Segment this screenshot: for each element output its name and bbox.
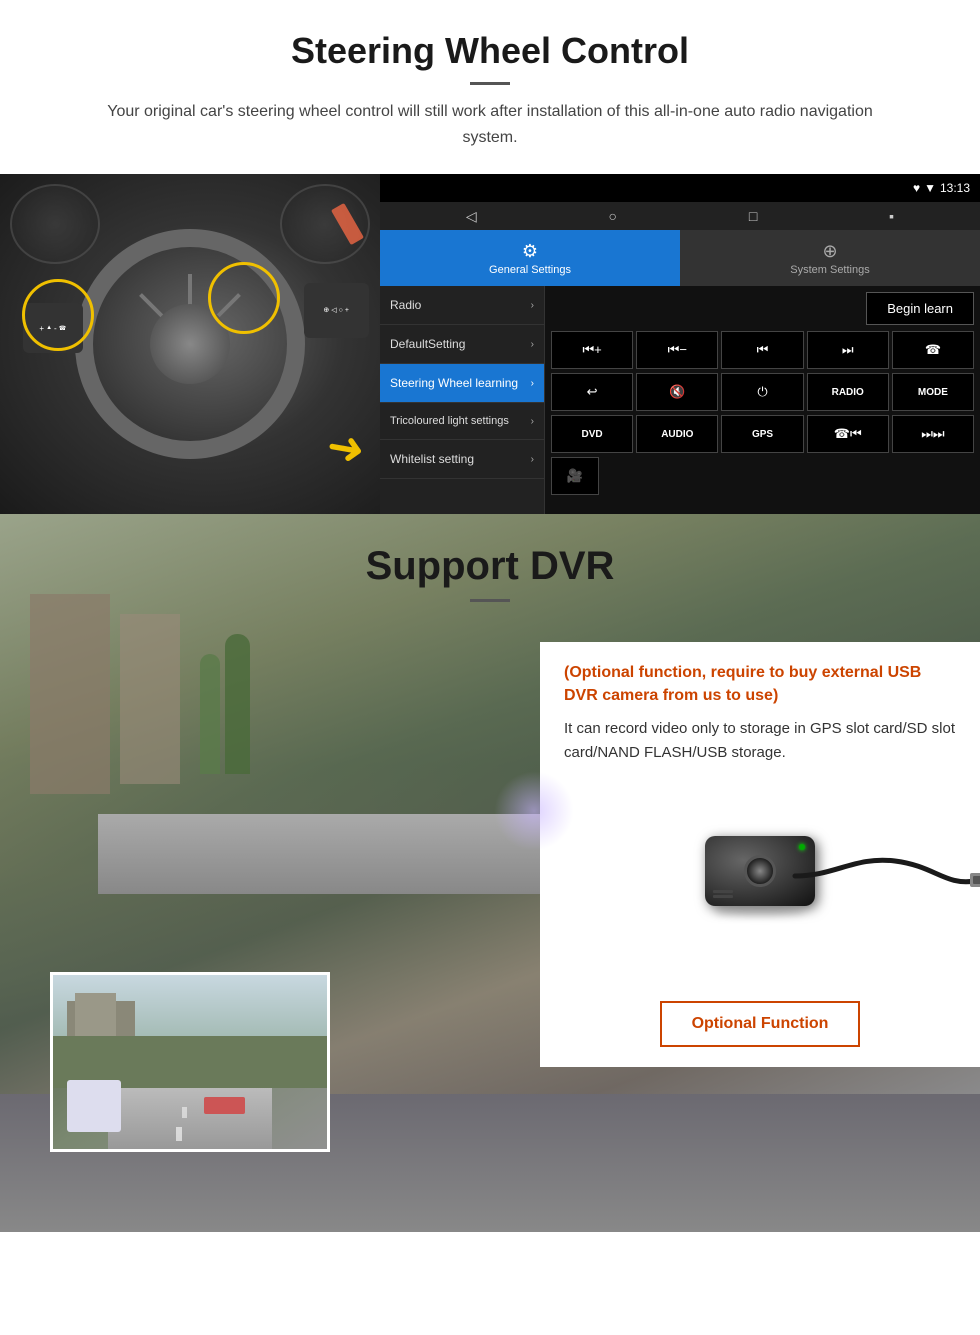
dvr-right-panel: (Optional function, require to buy exter… <box>540 642 980 1192</box>
ctrl-btn-back[interactable]: ↩ <box>551 373 633 411</box>
menu-item-radio[interactable]: Radio › <box>380 286 544 325</box>
ctrl-btn-power[interactable]: ⏻ <box>721 373 803 411</box>
dvr-title: Support DVR <box>20 544 960 589</box>
ctrl-btn-prev2[interactable]: ☎⏮ <box>807 415 889 453</box>
steering-wheel-image: + ▲ - ☎ ⊕ ◁ ○ + ➜ <box>0 174 380 514</box>
menu-list: Radio › DefaultSetting › Steering Wheel … <box>380 286 545 514</box>
tab-system-settings[interactable]: ⊕ System Settings <box>680 230 980 286</box>
ctrl-btn-radio[interactable]: RADIO <box>807 373 889 411</box>
status-time: 13:13 <box>940 181 970 195</box>
ctrl-btn-mute[interactable]: 🔇 <box>636 373 718 411</box>
back-nav-icon[interactable]: ◁ <box>466 208 477 225</box>
ctrl-row-4: 🎥 <box>551 457 974 495</box>
menu-steering-arrow: › <box>531 378 534 389</box>
dvr-camera-area <box>564 781 956 961</box>
dvr-bottom-spacer <box>0 1192 980 1232</box>
ctrl-btn-dvd[interactable]: DVD <box>551 415 633 453</box>
steering-title: Steering Wheel Control <box>60 30 920 72</box>
menu-whitelist-label: Whitelist setting <box>390 452 474 466</box>
dvr-divider <box>470 599 510 602</box>
dvr-camera-body <box>705 836 815 906</box>
recents-nav-icon[interactable]: □ <box>749 208 757 224</box>
dvr-content: (Optional function, require to buy exter… <box>0 642 980 1192</box>
steering-subtitle: Your original car's steering wheel contr… <box>80 99 900 150</box>
ctrl-btn-next[interactable]: ⏭ <box>807 331 889 369</box>
begin-learn-button[interactable]: Begin learn <box>866 292 974 325</box>
system-settings-label: System Settings <box>790 264 869 276</box>
ctrl-row-2: ↩ 🔇 ⏻ RADIO MODE <box>551 373 974 411</box>
system-settings-icon: ⊕ <box>822 241 837 262</box>
ctrl-row-3: DVD AUDIO GPS ☎⏮ ⏭⏭ <box>551 415 974 453</box>
dvr-desc-text: It can record video only to storage in G… <box>564 717 956 765</box>
optional-function-button[interactable]: Optional Function <box>660 1001 861 1047</box>
ctrl-btn-vol-down[interactable]: ⏮− <box>636 331 718 369</box>
ctrl-btn-record[interactable]: 🎥 <box>551 457 599 495</box>
ctrl-btn-mode[interactable]: MODE <box>892 373 974 411</box>
menu-default-label: DefaultSetting <box>390 337 465 351</box>
begin-learn-row: Begin learn <box>551 292 974 325</box>
ctrl-btn-audio[interactable]: AUDIO <box>636 415 718 453</box>
menu-controls-area: Radio › DefaultSetting › Steering Wheel … <box>380 286 980 514</box>
menu-item-tricoloured[interactable]: Tricoloured light settings › <box>380 403 544 440</box>
android-navbar: ◁ ○ □ ▪ <box>380 202 980 230</box>
ctrl-btn-next2[interactable]: ⏭⏭ <box>892 415 974 453</box>
dvr-optional-text: (Optional function, require to buy exter… <box>564 662 956 707</box>
menu-tricoloured-label: Tricoloured light settings <box>390 415 509 427</box>
ctrl-btn-prev[interactable]: ⏮ <box>721 331 803 369</box>
highlight-left <box>22 279 94 351</box>
right-button-cluster: ⊕ ◁ ○ + <box>304 283 369 338</box>
ctrl-btn-vol-up[interactable]: ⏮+ <box>551 331 633 369</box>
android-panel: ♥ ▼ 13:13 ◁ ○ □ ▪ ⚙ General Settings ⊕ S… <box>380 174 980 514</box>
yellow-arrow: ➜ <box>323 418 369 477</box>
dvr-left-panel <box>0 642 540 1192</box>
dvr-thumbnail <box>50 972 330 1152</box>
menu-item-default[interactable]: DefaultSetting › <box>380 325 544 364</box>
menu-tricoloured-arrow: › <box>531 416 534 427</box>
general-settings-icon: ⚙ <box>522 241 538 262</box>
title-divider <box>470 82 510 85</box>
menu-nav-icon[interactable]: ▪ <box>889 208 894 224</box>
dvr-header: Support DVR <box>0 514 980 622</box>
steering-demo-area: + ▲ - ☎ ⊕ ◁ ○ + ➜ ♥ ▼ 13:13 <box>0 174 980 514</box>
menu-item-steering[interactable]: Steering Wheel learning › <box>380 364 544 403</box>
ctrl-btn-phone[interactable]: ☎ <box>892 331 974 369</box>
dvr-info-box: (Optional function, require to buy exter… <box>540 642 980 1067</box>
android-statusbar: ♥ ▼ 13:13 <box>380 174 980 202</box>
wifi-icon: ▼ <box>924 181 936 195</box>
menu-default-arrow: › <box>531 339 534 350</box>
highlight-right <box>208 262 280 334</box>
ctrl-btn-gps[interactable]: GPS <box>721 415 803 453</box>
menu-whitelist-arrow: › <box>531 454 534 465</box>
ctrl-row-1: ⏮+ ⏮− ⏮ ⏭ ☎ <box>551 331 974 369</box>
dvr-section: Support DVR <box>0 514 980 1232</box>
menu-item-whitelist[interactable]: Whitelist setting › <box>380 440 544 479</box>
signal-icon: ♥ <box>913 181 920 195</box>
control-area: Begin learn ⏮+ ⏮− ⏮ ⏭ ☎ ↩ 🔇 ⏻ RADIO MODE <box>545 286 980 514</box>
general-settings-label: General Settings <box>489 264 571 276</box>
light-beam <box>494 771 574 851</box>
steering-section-header: Steering Wheel Control Your original car… <box>0 0 980 160</box>
menu-radio-label: Radio <box>390 298 421 312</box>
settings-tabs: ⚙ General Settings ⊕ System Settings <box>380 230 980 286</box>
menu-radio-arrow: › <box>531 300 534 311</box>
home-nav-icon[interactable]: ○ <box>609 208 617 224</box>
menu-steering-label: Steering Wheel learning <box>390 376 518 390</box>
tab-general-settings[interactable]: ⚙ General Settings <box>380 230 680 286</box>
